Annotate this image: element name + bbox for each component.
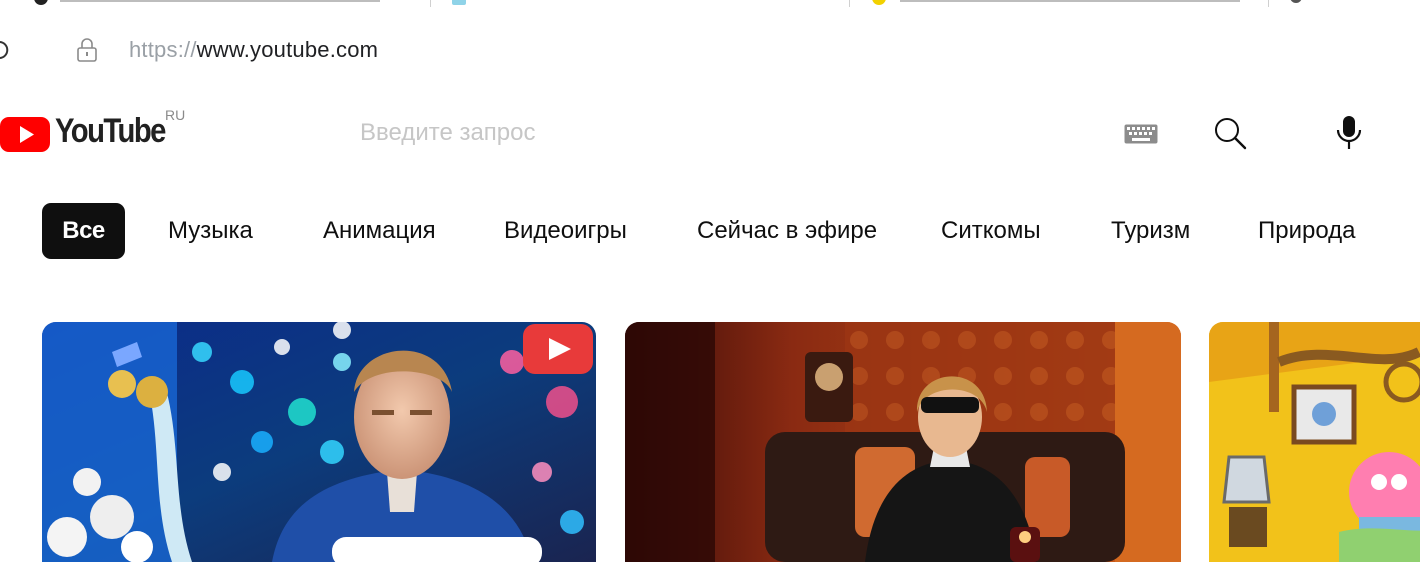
thumbnail-image — [625, 322, 1181, 562]
url-scheme: https:// — [129, 37, 197, 62]
video-thumbnail[interactable] — [625, 322, 1181, 562]
video-play-icon — [523, 324, 593, 374]
youtube-play-icon — [0, 117, 50, 152]
url-host: www.youtube.com — [196, 37, 379, 62]
logo-wordmark: YouTube — [55, 112, 166, 150]
tab-separator — [1268, 0, 1269, 7]
reload-icon[interactable] — [0, 40, 10, 62]
chip-live-now[interactable]: Сейчас в эфире — [697, 203, 877, 259]
tab-favicon[interactable] — [872, 0, 886, 5]
search-icon[interactable] — [1212, 116, 1248, 152]
chip-all[interactable]: Все — [42, 203, 125, 259]
chip-animation[interactable]: Анимация — [323, 203, 436, 259]
region-code: RU — [165, 107, 186, 123]
chip-music[interactable]: Музыка — [168, 203, 253, 259]
search-input[interactable] — [360, 115, 1060, 151]
thumbnail-image — [1209, 322, 1420, 562]
tab-audio-icon[interactable] — [1290, 0, 1302, 3]
tab-favicon[interactable] — [452, 0, 466, 5]
video-thumbnail[interactable] — [42, 322, 596, 562]
youtube-logo[interactable]: YouTube RU — [0, 107, 190, 154]
keyboard-icon[interactable] — [1124, 124, 1158, 144]
tab-separator — [849, 0, 850, 7]
tab-title-clipped[interactable] — [900, 0, 1240, 2]
chip-nature[interactable]: Природа — [1258, 203, 1356, 259]
chip-video-games[interactable]: Видеоигры — [504, 203, 627, 259]
microphone-icon[interactable] — [1335, 114, 1363, 152]
chip-tourism[interactable]: Туризм — [1111, 203, 1190, 259]
chip-sitcoms[interactable]: Ситкомы — [941, 203, 1041, 259]
tab-separator — [430, 0, 431, 7]
browser-tab-strip — [0, 0, 1420, 8]
address-url[interactable]: https://www.youtube.com — [129, 37, 378, 63]
video-thumbnail[interactable] — [1209, 322, 1420, 562]
lock-icon[interactable] — [76, 37, 98, 63]
tab-favicon[interactable] — [34, 0, 48, 5]
tab-title-clipped[interactable] — [60, 0, 380, 2]
thumbnail-image — [42, 322, 596, 562]
category-chips: Все Музыка Анимация Видеоигры Сейчас в э… — [0, 203, 1420, 259]
